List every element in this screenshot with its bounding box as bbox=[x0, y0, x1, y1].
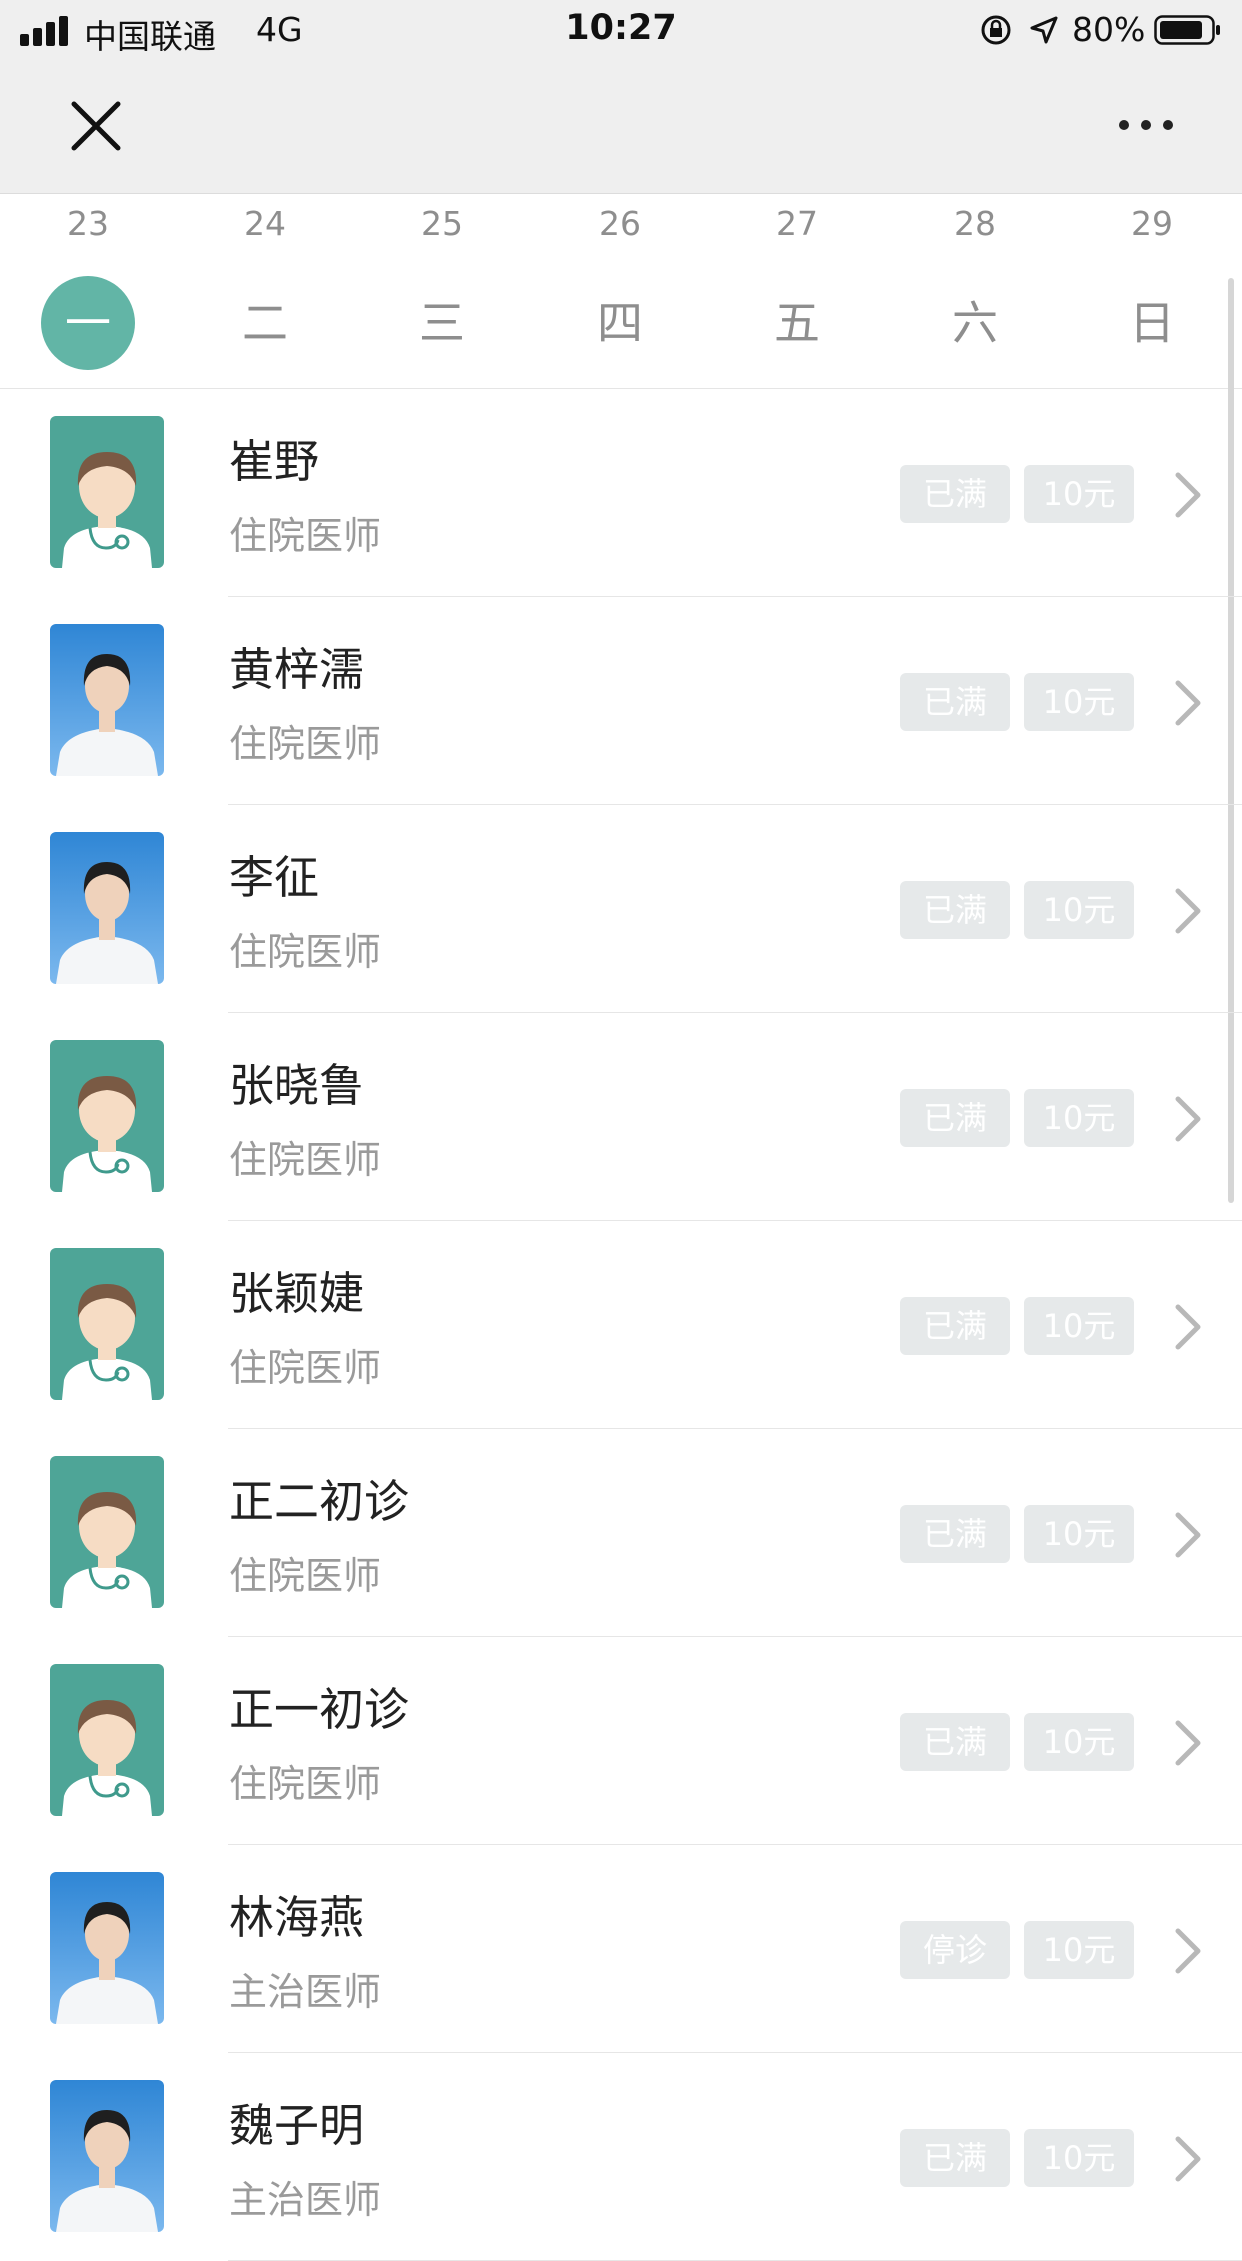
doctor-name: 正二初诊 bbox=[229, 1475, 410, 1528]
doctor-avatar bbox=[50, 832, 164, 984]
price-badge: 10元 bbox=[1024, 1089, 1134, 1147]
availability-badge: 已满 bbox=[900, 673, 1010, 731]
day-label: 二 bbox=[242, 296, 288, 350]
doctor-row[interactable]: 魏子明主治医师 已满 10元 bbox=[0, 2053, 1242, 2261]
availability-badge: 已满 bbox=[900, 2129, 1010, 2187]
chevron-right-icon bbox=[1175, 2136, 1201, 2182]
day-date: 29 bbox=[1131, 204, 1173, 243]
price-badge: 10元 bbox=[1024, 465, 1134, 523]
doctor-avatar bbox=[50, 1248, 164, 1400]
doctor-row[interactable]: 崔野住院医师 已满 10元 bbox=[0, 389, 1242, 597]
day-tab-26[interactable]: 26 四 bbox=[560, 194, 680, 388]
doctor-title: 住院医师 bbox=[229, 1346, 382, 1390]
doctor-name: 正一初诊 bbox=[229, 1683, 410, 1736]
location-icon bbox=[1030, 16, 1058, 44]
doctor-title: 住院医师 bbox=[229, 514, 382, 558]
price-badge: 10元 bbox=[1024, 673, 1134, 731]
chevron-right-icon bbox=[1175, 680, 1201, 726]
week-selector: 23 一 24 二 25 三 26 四 27 五 28 六 29 日 bbox=[0, 194, 1242, 389]
day-date: 28 bbox=[954, 204, 996, 243]
doctor-title: 住院医师 bbox=[229, 1554, 382, 1598]
doctor-avatar bbox=[50, 624, 164, 776]
doctor-row[interactable]: 黄梓濡住院医师 已满 10元 bbox=[0, 597, 1242, 805]
doctor-list: 崔野 住院医师 已满 10元 黄梓濡 住院医师 已满 10元 李征 住院医师 已满 10元 张晓鲁 住院医… bbox=[0, 389, 1242, 2261]
day-tab-23[interactable]: 23 一 bbox=[28, 194, 148, 388]
doctor-avatar bbox=[50, 1664, 164, 1816]
doctor-row[interactable]: 林海燕主治医师 停诊 10元 bbox=[0, 1845, 1242, 2053]
chevron-right-icon bbox=[1175, 1720, 1201, 1766]
doctor-title: 住院医师 bbox=[229, 1762, 382, 1806]
doctor-title: 住院医师 bbox=[229, 722, 382, 766]
status-bar: 中国联通 4G 10:27 80% bbox=[0, 0, 1242, 60]
doctor-name: 李征 bbox=[229, 851, 320, 904]
day-tab-24[interactable]: 24 二 bbox=[205, 194, 325, 388]
availability-badge: 已满 bbox=[900, 465, 1010, 523]
battery-icon bbox=[1154, 15, 1220, 45]
doctor-row[interactable]: 正一初诊住院医师 已满 10元 bbox=[0, 1637, 1242, 1845]
day-date: 27 bbox=[776, 204, 818, 243]
doctor-row[interactable]: 张晓鲁住院医师 已满 10元 bbox=[0, 1013, 1242, 1221]
orientation-lock-icon bbox=[981, 15, 1011, 45]
availability-badge: 已满 bbox=[900, 1089, 1010, 1147]
price-badge: 10元 bbox=[1024, 1713, 1134, 1771]
doctor-row[interactable]: 张颖婕住院医师 已满 10元 bbox=[0, 1221, 1242, 1429]
doctor-avatar bbox=[50, 416, 164, 568]
availability-badge: 停诊 bbox=[900, 1921, 1010, 1979]
price-badge: 10元 bbox=[1024, 1297, 1134, 1355]
availability-badge: 已满 bbox=[900, 1505, 1010, 1563]
doctor-row[interactable]: 正二初诊住院医师 已满 10元 bbox=[0, 1429, 1242, 1637]
doctor-title: 住院医师 bbox=[229, 1138, 382, 1182]
day-tab-28[interactable]: 28 六 bbox=[915, 194, 1035, 388]
price-badge: 10元 bbox=[1024, 1505, 1134, 1563]
day-tab-29[interactable]: 29 日 bbox=[1092, 194, 1212, 388]
chevron-right-icon bbox=[1175, 472, 1201, 518]
day-date: 23 bbox=[67, 204, 109, 243]
doctor-avatar bbox=[50, 1456, 164, 1608]
doctor-title: 住院医师 bbox=[229, 930, 382, 974]
top-bar: 中国联通 4G 10:27 80% bbox=[0, 0, 1242, 194]
day-label: 三 bbox=[419, 296, 465, 350]
day-date: 25 bbox=[421, 204, 463, 243]
day-label-selected: 一 bbox=[41, 276, 135, 370]
availability-badge: 已满 bbox=[900, 1297, 1010, 1355]
day-label: 四 bbox=[597, 296, 643, 350]
doctor-name: 林海燕 bbox=[229, 1891, 365, 1944]
day-tab-25[interactable]: 25 三 bbox=[382, 194, 502, 388]
chevron-right-icon bbox=[1175, 888, 1201, 934]
chevron-right-icon bbox=[1175, 1096, 1201, 1142]
battery-percent: 80% bbox=[1072, 10, 1146, 49]
doctor-avatar bbox=[50, 2080, 164, 2232]
chevron-right-icon bbox=[1175, 1512, 1201, 1558]
day-tab-27[interactable]: 27 五 bbox=[737, 194, 857, 388]
price-badge: 10元 bbox=[1024, 1921, 1134, 1979]
day-date: 26 bbox=[599, 204, 641, 243]
availability-badge: 已满 bbox=[900, 1713, 1010, 1771]
day-date: 24 bbox=[244, 204, 286, 243]
doctor-name: 张颖婕 bbox=[229, 1267, 365, 1320]
chevron-right-icon bbox=[1175, 1304, 1201, 1350]
price-badge: 10元 bbox=[1024, 2129, 1134, 2187]
doctor-name: 崔野 bbox=[229, 435, 320, 488]
chevron-right-icon bbox=[1175, 1928, 1201, 1974]
close-icon[interactable] bbox=[68, 98, 124, 154]
doctor-row[interactable]: 李征住院医师 已满 10元 bbox=[0, 805, 1242, 1013]
doctor-title: 主治医师 bbox=[229, 1970, 382, 2014]
more-icon[interactable] bbox=[1116, 112, 1176, 138]
price-badge: 10元 bbox=[1024, 881, 1134, 939]
doctor-name: 魏子明 bbox=[229, 2099, 365, 2152]
doctor-name: 张晓鲁 bbox=[229, 1059, 365, 1112]
doctor-avatar bbox=[50, 1040, 164, 1192]
day-label: 五 bbox=[774, 296, 820, 350]
doctor-name: 黄梓濡 bbox=[229, 643, 365, 696]
day-label: 六 bbox=[952, 296, 998, 350]
day-label: 日 bbox=[1129, 296, 1175, 350]
availability-badge: 已满 bbox=[900, 881, 1010, 939]
doctor-title: 主治医师 bbox=[229, 2178, 382, 2222]
doctor-avatar bbox=[50, 1872, 164, 2024]
